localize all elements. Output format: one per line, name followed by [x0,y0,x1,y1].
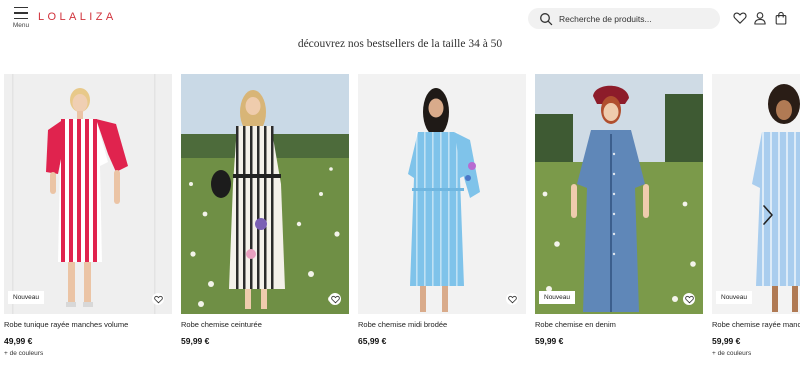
product-price: 49,99 € [4,336,33,346]
logo[interactable]: LOLALIZA [38,11,117,23]
site-header: Menu LOLALIZA [0,0,800,38]
search-icon [540,13,553,26]
search-bar[interactable] [528,8,720,29]
product-image[interactable]: Nouveau [712,74,800,314]
product-photo [181,74,349,314]
favorite-button[interactable] [683,293,695,305]
product-carousel: Nouveau Robe tunique rayée manches volum… [0,74,800,366]
product-card[interactable]: Nouveau Robe chemise en denim 59,99 € [535,74,703,346]
product-title[interactable]: Robe chemise rayée manc [712,320,800,329]
product-image[interactable] [358,74,526,314]
product-price: 59,99 € [712,336,741,346]
favorite-button[interactable] [152,293,164,305]
heart-outline-icon [153,295,163,303]
product-price: 59,99 € [535,336,564,346]
search-input[interactable] [559,11,709,26]
menu-button[interactable]: Menu [10,7,32,29]
product-image[interactable]: Nouveau [535,74,703,314]
product-price: 65,99 € [358,336,387,346]
menu-label: Menu [12,21,30,29]
chevron-right-icon[interactable] [760,202,776,228]
product-title[interactable]: Robe tunique rayée manches volume [4,320,172,329]
user-icon[interactable] [753,11,767,25]
more-colors-link[interactable]: + de couleurs [4,350,172,357]
favorite-button[interactable] [329,293,341,305]
heart-outline-icon [507,295,517,303]
product-photo [535,74,703,314]
product-title[interactable]: Robe chemise en denim [535,320,703,329]
product-card[interactable]: Robe chemise ceinturée 59,99 € [181,74,349,346]
product-title[interactable]: Robe chemise midi brodée [358,320,526,329]
product-image[interactable] [181,74,349,314]
favorite-button[interactable] [506,293,518,305]
product-card[interactable]: Nouveau Robe tunique rayée manches volum… [4,74,172,357]
hamburger-icon [14,7,28,19]
product-price: 59,99 € [181,336,210,346]
product-card[interactable]: Robe chemise midi brodée 65,99 € [358,74,526,346]
product-image[interactable]: Nouveau [4,74,172,314]
heart-icon[interactable] [733,11,747,25]
heart-outline-icon [330,295,340,303]
product-photo [358,74,526,314]
section-headline: découvrez nos bestsellers de la taille 3… [297,38,503,50]
product-photo [712,74,800,314]
product-title[interactable]: Robe chemise ceinturée [181,320,349,329]
new-badge: Nouveau [539,291,576,304]
new-badge: Nouveau [8,291,45,304]
heart-outline-icon [684,295,694,303]
more-colors-link[interactable]: + de couleurs [712,350,800,357]
shopping-bag-icon[interactable] [774,11,788,25]
new-badge: Nouveau [716,291,753,304]
product-card[interactable]: Nouveau Robe chemise rayée manc 59,99 € … [712,74,800,357]
product-photo [4,74,172,314]
